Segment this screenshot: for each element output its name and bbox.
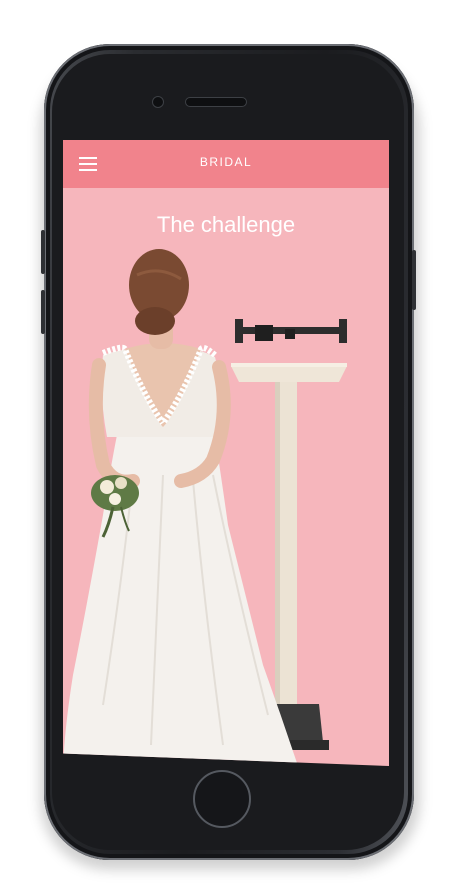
nav-title: BRIDAL: [199, 155, 253, 169]
app-screen: BRIDAL The challenge: [63, 140, 389, 766]
front-camera: [152, 96, 164, 108]
volume-up-button: [41, 230, 45, 274]
earpiece-speaker: [185, 97, 247, 107]
power-button: [412, 250, 416, 310]
home-button[interactable]: [193, 770, 251, 828]
top-nav-bar: BRIDAL: [63, 140, 389, 188]
bride-and-scale-illustration: [63, 249, 347, 766]
page-headline: The challenge: [156, 212, 296, 237]
volume-down-button: [41, 290, 45, 334]
